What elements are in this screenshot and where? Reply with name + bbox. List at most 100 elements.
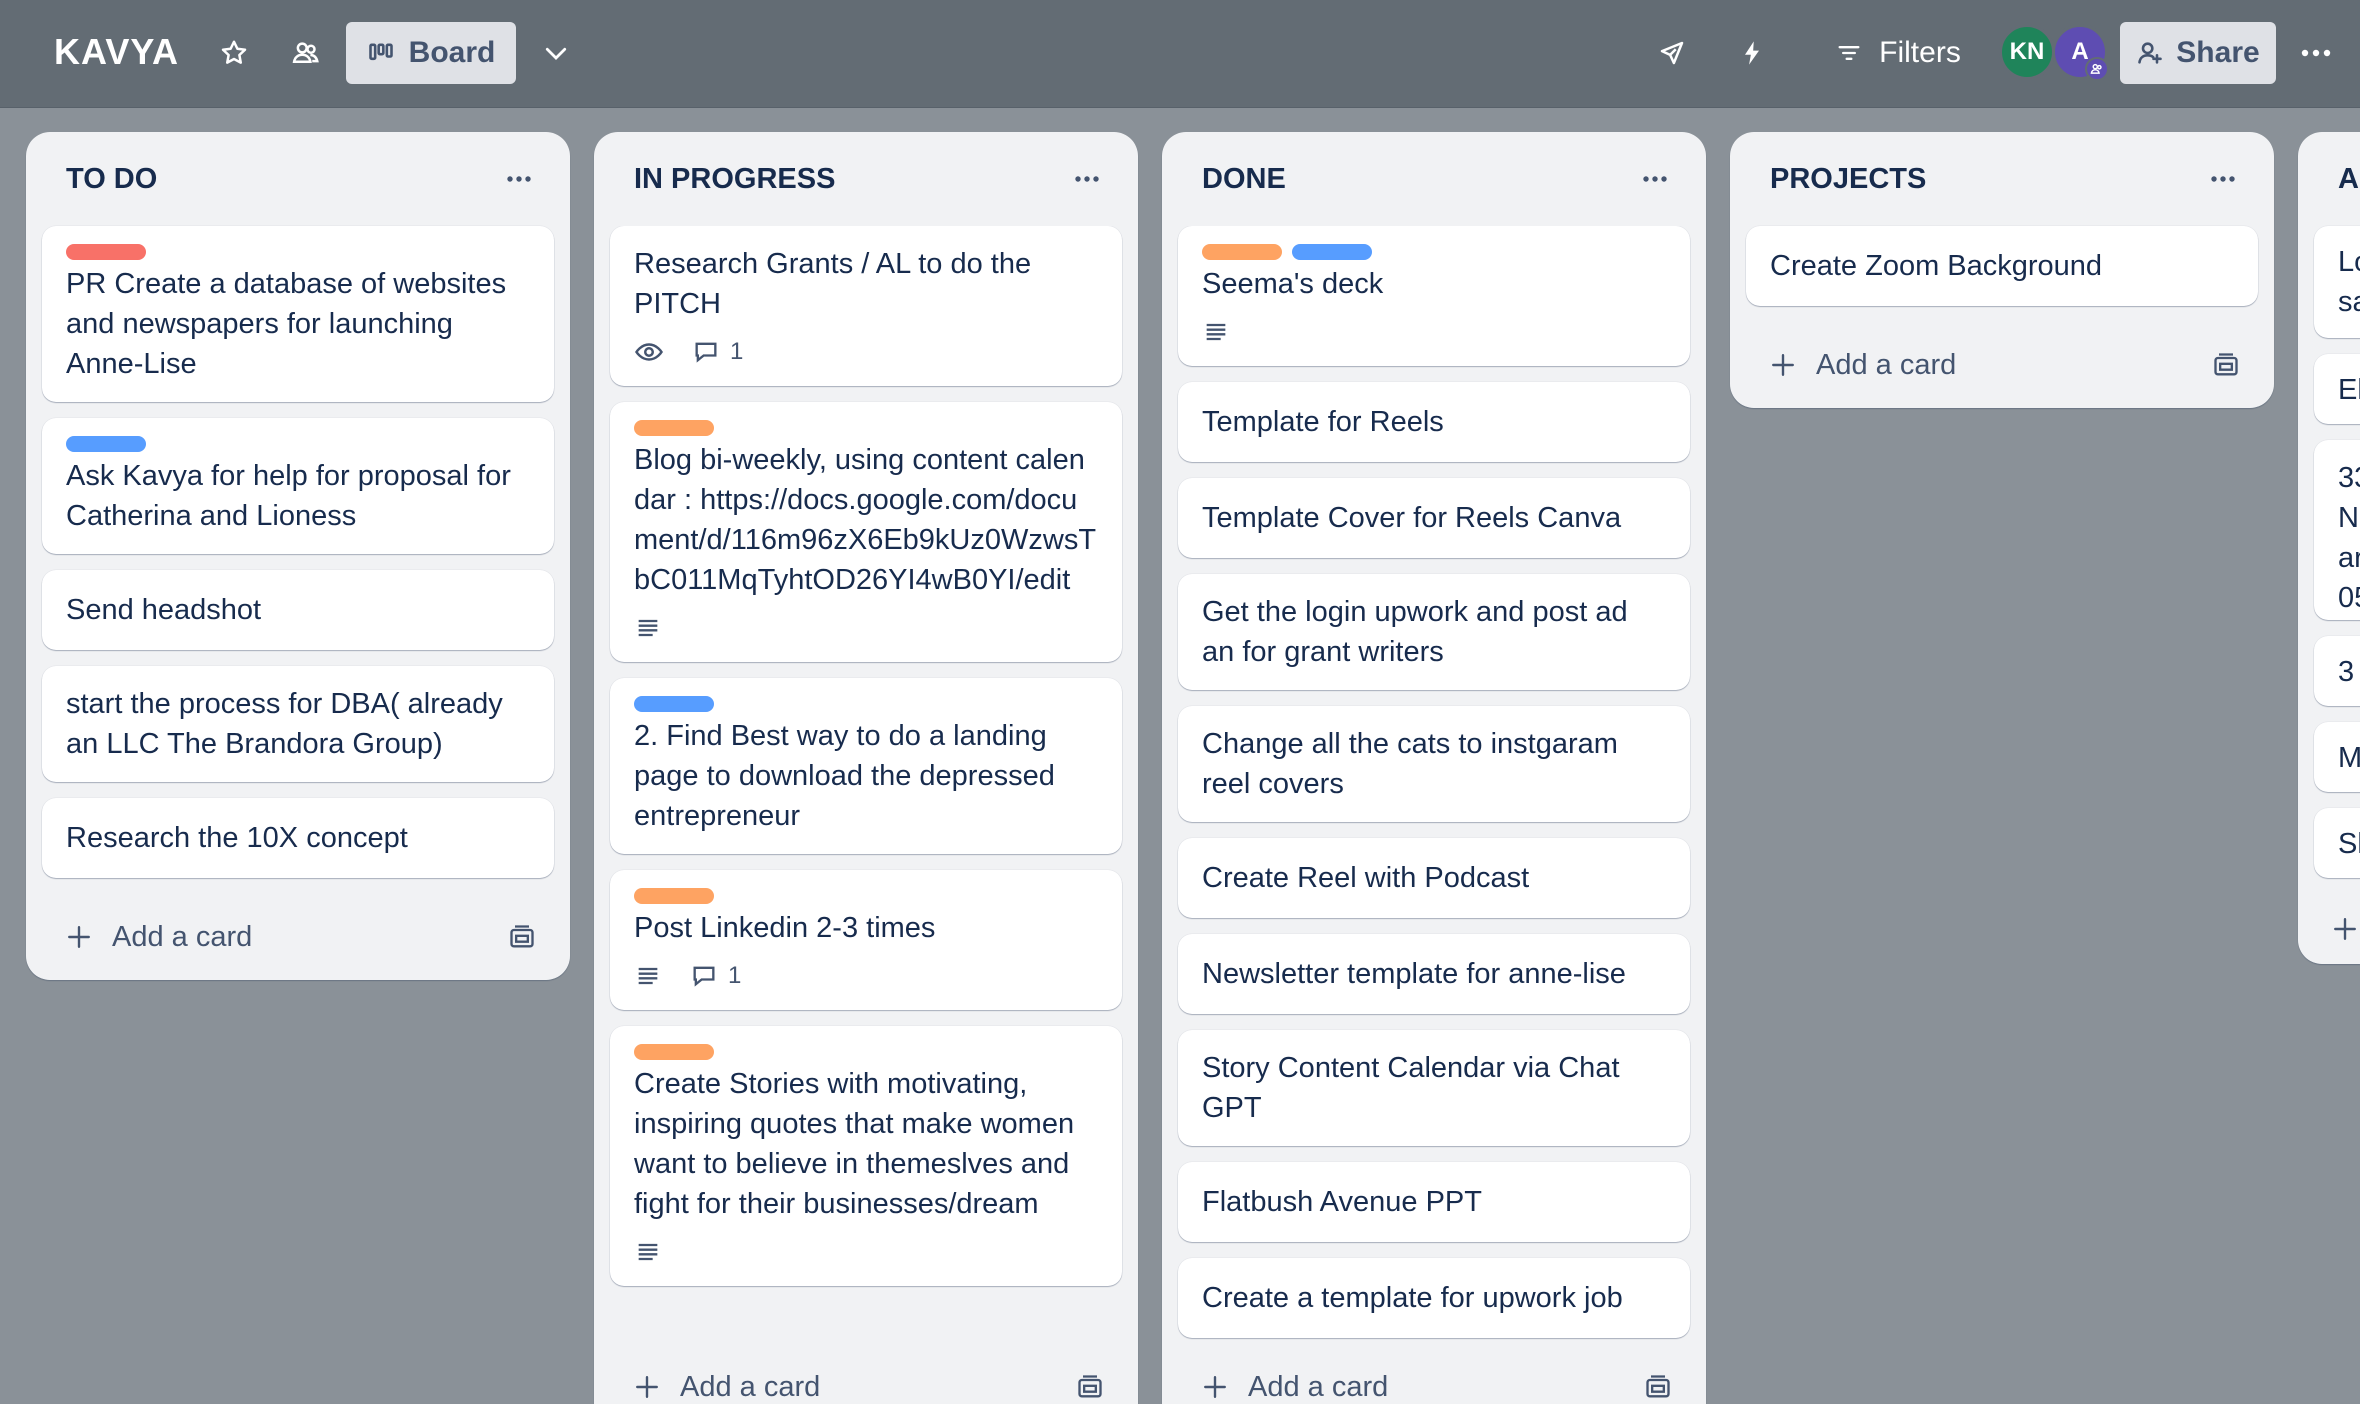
card[interactable]: El (2314, 354, 2360, 424)
card-title: Research Grants / AL to do the PITCH (634, 248, 1032, 320)
automation-button[interactable] (1726, 22, 1778, 84)
add-card-row: Add a card (594, 1344, 1138, 1404)
create-from-template-button[interactable] (500, 915, 544, 959)
card[interactable]: Story Content Calendar via Chat GPT (1178, 1030, 1690, 1146)
label-blue[interactable] (1292, 244, 1372, 260)
list-header: IN PROGRESS (594, 132, 1138, 226)
card[interactable]: Blog bi-weekly, using content calendar :… (610, 402, 1122, 662)
list-in-progress: IN PROGRESS Research Grants / AL to do t… (594, 132, 1138, 1404)
card-title: start the process for DBA( already an LL… (66, 688, 503, 760)
card[interactable]: Newsletter template for anne-lise (1178, 934, 1690, 1014)
description-badge (1202, 318, 1230, 346)
share-button[interactable]: Share (2120, 22, 2276, 84)
card-list[interactable]: Seema's deck Template for Reels Template… (1162, 226, 1706, 1344)
list-header: TO DO (26, 132, 570, 226)
label-orange[interactable] (1202, 244, 1282, 260)
card-title: 3 (2338, 656, 2355, 688)
card[interactable]: Post Linkedin 2-3 times 1 (610, 870, 1122, 1010)
add-card-button[interactable]: Add a card (66, 921, 252, 954)
label-blue[interactable] (634, 696, 714, 712)
label-orange[interactable] (634, 1044, 714, 1060)
card[interactable]: Send headshot (42, 570, 554, 650)
card[interactable]: M (2314, 722, 2360, 792)
card[interactable]: Research Grants / AL to do the PITCH 1 (610, 226, 1122, 386)
card[interactable]: 33 N ar 05 (2314, 440, 2360, 620)
share-label: Share (2176, 36, 2260, 69)
description-icon (638, 1243, 658, 1261)
template-icon (1646, 1375, 1670, 1398)
label-orange[interactable] (634, 420, 714, 436)
card-title: Get the login upwork and post ad an for … (1202, 596, 1628, 668)
power-ups-button[interactable] (1646, 22, 1698, 84)
more-icon (1075, 176, 1099, 182)
create-from-template-button[interactable] (1636, 1365, 1680, 1404)
board-title[interactable]: KAVYA (54, 0, 179, 104)
card-title: Newsletter template for anne-lise (1202, 958, 1626, 990)
card[interactable]: 3 (2314, 636, 2360, 706)
create-from-template-button[interactable] (2204, 343, 2248, 387)
plus-icon (68, 926, 90, 948)
description-badge (634, 1238, 662, 1266)
card[interactable]: start the process for DBA( already an LL… (42, 666, 554, 782)
avatar[interactable]: A (2052, 24, 2109, 81)
list-title[interactable]: PROJECTS (1770, 163, 1926, 196)
filters-button[interactable]: Filters (1818, 22, 1978, 84)
add-card-button[interactable]: Add a card (1202, 1371, 1388, 1404)
label-blue[interactable] (66, 436, 146, 452)
card[interactable]: Ask Kavya for help for proposal for Cath… (42, 418, 554, 554)
template-icon (1078, 1375, 1102, 1398)
list-menu-button[interactable] (1062, 154, 1112, 204)
avatar[interactable]: KN (1999, 24, 2055, 80)
list-title[interactable]: TO DO (66, 163, 157, 196)
filters-label: Filters (1879, 36, 1961, 69)
list-title[interactable]: DONE (1202, 163, 1286, 196)
list-title[interactable]: IN PROGRESS (634, 163, 835, 196)
card[interactable]: Template Cover for Reels Canva (1178, 478, 1690, 558)
card-title: 33 N ar 05 (2338, 462, 2360, 614)
add-card-row: Add a card (26, 894, 570, 980)
create-from-template-button[interactable] (1068, 1365, 1112, 1404)
list-header: A (2298, 132, 2360, 226)
card-list[interactable]: Research Grants / AL to do the PITCH 1 B… (594, 226, 1138, 1344)
board-menu-button[interactable] (2290, 22, 2342, 84)
star-board-button[interactable] (208, 22, 260, 84)
list-menu-button[interactable] (1630, 154, 1680, 204)
more-icon (507, 176, 531, 182)
comment-count: 1 (728, 962, 742, 989)
description-badge (634, 614, 662, 642)
card[interactable]: Create a template for upwork job (1178, 1258, 1690, 1338)
card[interactable]: Create Zoom Background (1746, 226, 2258, 306)
add-card-button[interactable] (2332, 916, 2358, 942)
card[interactable]: Research the 10X concept (42, 798, 554, 878)
card[interactable]: Flatbush Avenue PPT (1178, 1162, 1690, 1242)
board-view-button[interactable]: Board (346, 22, 516, 84)
card[interactable]: Lo sa (2314, 226, 2360, 338)
card[interactable]: PR Create a database of websites and new… (42, 226, 554, 402)
card[interactable]: Template for Reels (1178, 382, 1690, 462)
card[interactable]: Sl (2314, 808, 2360, 878)
add-card-button[interactable]: Add a card (1770, 349, 1956, 382)
label-orange[interactable] (634, 888, 714, 904)
card-title: M (2338, 742, 2360, 774)
card[interactable]: Seema's deck (1178, 226, 1690, 366)
visibility-button[interactable] (280, 22, 332, 84)
list-header: DONE (1162, 132, 1706, 226)
card-title: Lo sa (2338, 246, 2360, 318)
card-title: Create Stories with motivating, inspirin… (634, 1068, 1075, 1220)
list-menu-button[interactable] (2198, 154, 2248, 204)
list-title[interactable]: A (2338, 163, 2359, 196)
card[interactable]: Get the login upwork and post ad an for … (1178, 574, 1690, 690)
label-red[interactable] (66, 244, 146, 260)
card[interactable]: Change all the cats to instgaram reel co… (1178, 706, 1690, 822)
card-title: El (2338, 374, 2360, 406)
list-done: DONE Seema's deck Template for Reels Tem… (1162, 132, 1706, 1404)
card[interactable]: Create Reel with Podcast (1178, 838, 1690, 918)
card-title: Sl (2338, 828, 2360, 860)
list-projects: PROJECTS Create Zoom Background Add a ca… (1730, 132, 2274, 408)
card[interactable]: 2. Find Best way to do a landing page to… (610, 678, 1122, 854)
add-card-button[interactable]: Add a card (634, 1371, 820, 1404)
board-canvas[interactable]: TO DO PR Create a database of websites a… (0, 108, 2360, 1404)
list-menu-button[interactable] (494, 154, 544, 204)
card[interactable]: Create Stories with motivating, inspirin… (610, 1026, 1122, 1286)
switch-view-button[interactable] (530, 22, 582, 84)
